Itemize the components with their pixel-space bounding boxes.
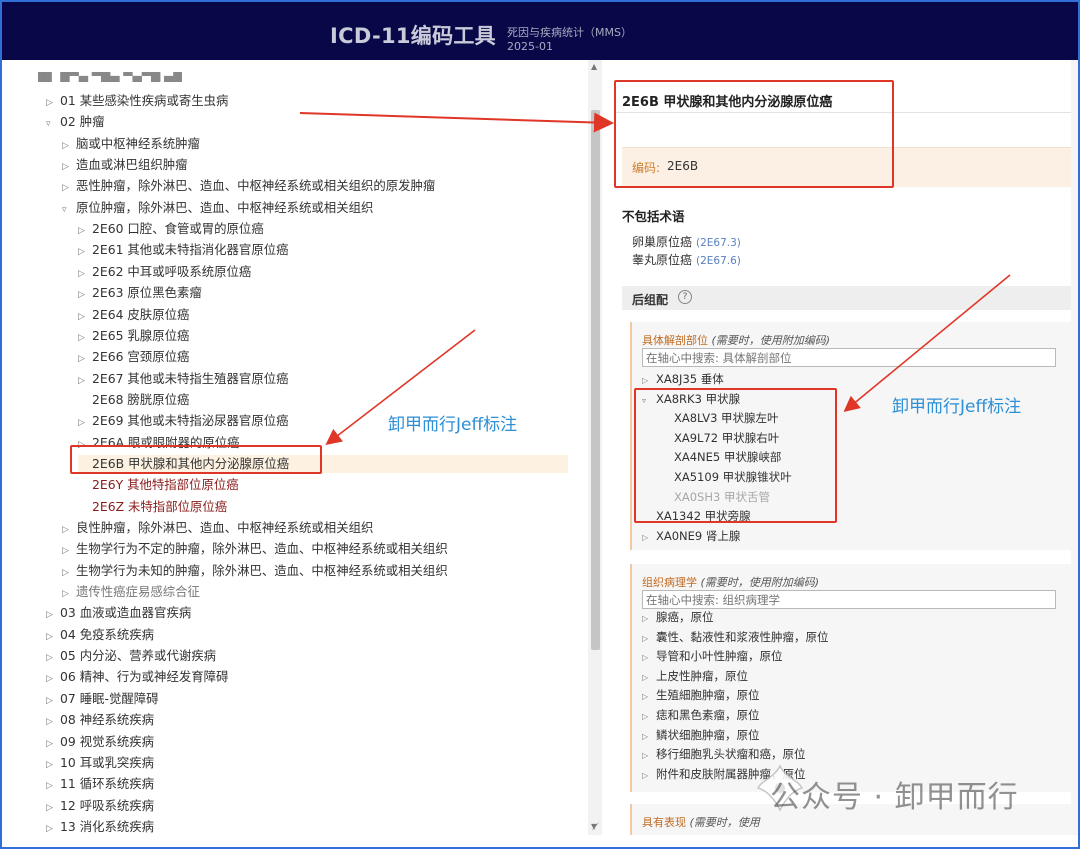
arrow-to-tree bbox=[325, 329, 476, 445]
arrow-to-thyroid bbox=[843, 274, 1011, 413]
watermark-text: 公众号 · 卸甲而行 bbox=[770, 780, 1019, 815]
arrow-to-detail bbox=[299, 112, 614, 133]
annotation-arrows bbox=[299, 112, 1011, 445]
